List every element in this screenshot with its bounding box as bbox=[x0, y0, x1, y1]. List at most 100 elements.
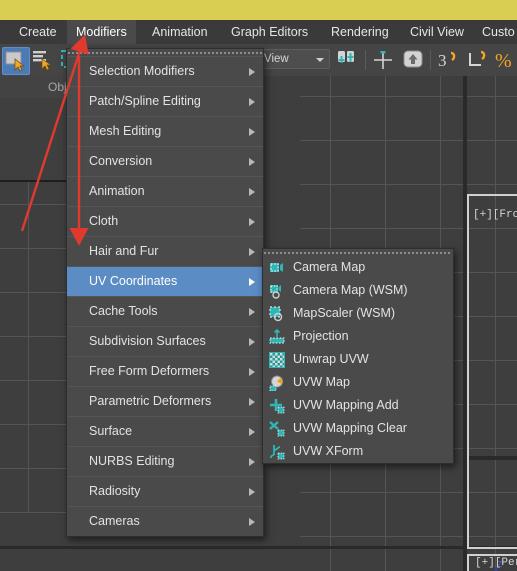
view-select-value: View bbox=[264, 53, 289, 65]
chevron-down-icon bbox=[316, 58, 324, 62]
camera-map-wsm-icon bbox=[269, 283, 285, 299]
chevron-right-icon bbox=[249, 398, 255, 406]
menu-animation[interactable]: Animation bbox=[143, 20, 217, 44]
menu-customize[interactable]: Custo bbox=[473, 20, 517, 44]
menu-item-label: UV Coordinates bbox=[89, 274, 178, 288]
menu-item-free-form-deformers[interactable]: Free Form Deformers bbox=[67, 356, 263, 386]
uv-coordinates-submenu[interactable]: Camera Map Camera Map (WSM) MapScaler (W… bbox=[262, 248, 454, 464]
menu-item-label: Surface bbox=[89, 424, 133, 438]
submenu-item-mapscaler-wsm[interactable]: MapScaler (WSM) bbox=[263, 302, 453, 325]
reference-coordinate-system-select[interactable]: View bbox=[258, 49, 330, 69]
select-and-manipulate-button[interactable] bbox=[400, 47, 426, 73]
menu-item-selection-modifiers[interactable]: Selection Modifiers bbox=[67, 56, 263, 86]
percent-icon: % bbox=[495, 50, 512, 72]
uvw-map-icon bbox=[269, 375, 285, 392]
submenu-item-label: Camera Map (WSM) bbox=[293, 283, 408, 297]
projection-icon bbox=[269, 328, 285, 345]
select-object-icon bbox=[5, 51, 26, 72]
menu-modifiers[interactable]: Modifiers bbox=[67, 20, 136, 44]
menu-item-cameras[interactable]: Cameras bbox=[67, 506, 263, 536]
use-selection-center-button[interactable] bbox=[370, 47, 396, 73]
submenu-item-label: Camera Map bbox=[293, 260, 366, 274]
svg-text:3: 3 bbox=[438, 51, 447, 70]
menu-civil-view[interactable]: Civil View bbox=[401, 20, 473, 44]
menu-item-patch-spline-editing[interactable]: Patch/Spline Editing bbox=[67, 86, 263, 116]
submenu-item-uvw-mapping-clear[interactable]: UVW Mapping Clear bbox=[263, 417, 453, 440]
chevron-right-icon bbox=[249, 248, 255, 256]
chevron-right-icon bbox=[249, 158, 255, 166]
menu-item-label: Animation bbox=[89, 184, 145, 198]
chevron-right-icon bbox=[249, 518, 255, 526]
submenu-item-uvw-mapping-add[interactable]: UVW Mapping Add bbox=[263, 394, 453, 417]
submenu-item-label: UVW XForm bbox=[293, 444, 364, 458]
pivot-center-icon bbox=[338, 51, 354, 63]
chevron-right-icon bbox=[249, 488, 255, 496]
menu-item-label: Radiosity bbox=[89, 484, 141, 498]
unwrap-uvw-icon bbox=[269, 352, 285, 368]
snap-toggle-button[interactable]: 3 bbox=[436, 47, 462, 73]
menu-item-hair-and-fur[interactable]: Hair and Fur bbox=[67, 236, 263, 266]
menu-item-label: Selection Modifiers bbox=[89, 64, 195, 78]
chevron-right-icon bbox=[249, 68, 255, 76]
submenu-item-uvw-map[interactable]: UVW Map bbox=[263, 371, 453, 394]
submenu-item-unwrap-uvw[interactable]: Unwrap UVW bbox=[263, 348, 453, 371]
angle-snap-icon bbox=[469, 50, 486, 66]
menu-item-label: NURBS Editing bbox=[89, 454, 175, 468]
chevron-right-icon bbox=[249, 308, 255, 316]
menu-item-radiosity[interactable]: Radiosity bbox=[67, 476, 263, 506]
use-pivot-point-center-button[interactable] bbox=[334, 47, 360, 73]
submenu-item-label: Unwrap UVW bbox=[293, 352, 369, 366]
menu-item-uv-coordinates[interactable]: UV Coordinates bbox=[67, 266, 263, 296]
select-object-button[interactable] bbox=[2, 47, 30, 75]
submenu-item-label: Projection bbox=[293, 329, 349, 343]
menu-graph-editors[interactable]: Graph Editors bbox=[222, 20, 317, 44]
viewport-label-perspective[interactable]: [+][Pers bbox=[475, 557, 517, 569]
uvw-mapping-clear-icon bbox=[269, 421, 285, 437]
menu-item-surface[interactable]: Surface bbox=[67, 416, 263, 446]
menu-item-label: Parametric Deformers bbox=[89, 394, 212, 408]
chevron-right-icon bbox=[249, 338, 255, 346]
menu-item-label: Subdivision Surfaces bbox=[89, 334, 206, 348]
snap-3-icon: 3 bbox=[438, 51, 456, 70]
menu-item-label: Hair and Fur bbox=[89, 244, 159, 258]
menu-item-subdivision-surfaces[interactable]: Subdivision Surfaces bbox=[67, 326, 263, 356]
submenu-item-projection[interactable]: Projection bbox=[263, 325, 453, 348]
chevron-right-icon bbox=[249, 188, 255, 196]
menu-create[interactable]: Create bbox=[10, 20, 66, 44]
app-window: Create Modifiers Animation Graph Editors… bbox=[0, 0, 517, 571]
menu-item-parametric-deformers[interactable]: Parametric Deformers bbox=[67, 386, 263, 416]
top-color-strip bbox=[0, 0, 517, 20]
menu-item-conversion[interactable]: Conversion bbox=[67, 146, 263, 176]
camera-map-icon bbox=[269, 260, 285, 276]
submenu-item-label: UVW Mapping Clear bbox=[293, 421, 407, 435]
submenu-item-label: UVW Mapping Add bbox=[293, 398, 399, 412]
mapscaler-wsm-icon bbox=[269, 306, 285, 322]
chevron-right-icon bbox=[249, 428, 255, 436]
menu-item-label: Cameras bbox=[89, 514, 140, 528]
menu-rendering[interactable]: Rendering bbox=[322, 20, 398, 44]
chevron-right-icon bbox=[249, 218, 255, 226]
up-arrow-box-icon bbox=[403, 50, 423, 68]
menu-item-label: Free Form Deformers bbox=[89, 364, 210, 378]
submenu-item-camera-map-wsm[interactable]: Camera Map (WSM) bbox=[263, 279, 453, 302]
menu-item-label: Cache Tools bbox=[89, 304, 158, 318]
modifiers-dropdown-menu[interactable]: Selection Modifiers Patch/Spline Editing… bbox=[66, 48, 264, 537]
chevron-right-icon bbox=[249, 128, 255, 136]
angle-snap-button[interactable] bbox=[466, 47, 492, 73]
submenu-item-label: MapScaler (WSM) bbox=[293, 306, 396, 320]
percent-snap-button[interactable]: % bbox=[495, 47, 517, 73]
uvw-mapping-add-icon bbox=[269, 398, 285, 414]
menu-item-cache-tools[interactable]: Cache Tools bbox=[67, 296, 263, 326]
menu-item-animation[interactable]: Animation bbox=[67, 176, 263, 206]
submenu-item-uvw-xform[interactable]: UVW XForm bbox=[263, 440, 453, 463]
menu-item-cloth[interactable]: Cloth bbox=[67, 206, 263, 236]
viewport-label-front[interactable]: [+][Fron bbox=[473, 209, 517, 221]
menu-item-nurbs-editing[interactable]: NURBS Editing bbox=[67, 446, 263, 476]
submenu-item-label: UVW Map bbox=[293, 375, 350, 389]
submenu-item-camera-map[interactable]: Camera Map bbox=[263, 256, 453, 279]
svg-text:%: % bbox=[495, 50, 512, 72]
chevron-right-icon bbox=[249, 458, 255, 466]
menu-item-mesh-editing[interactable]: Mesh Editing bbox=[67, 116, 263, 146]
menu-bar: Create Modifiers Animation Graph Editors… bbox=[0, 20, 517, 45]
select-by-name-button[interactable] bbox=[30, 47, 56, 73]
